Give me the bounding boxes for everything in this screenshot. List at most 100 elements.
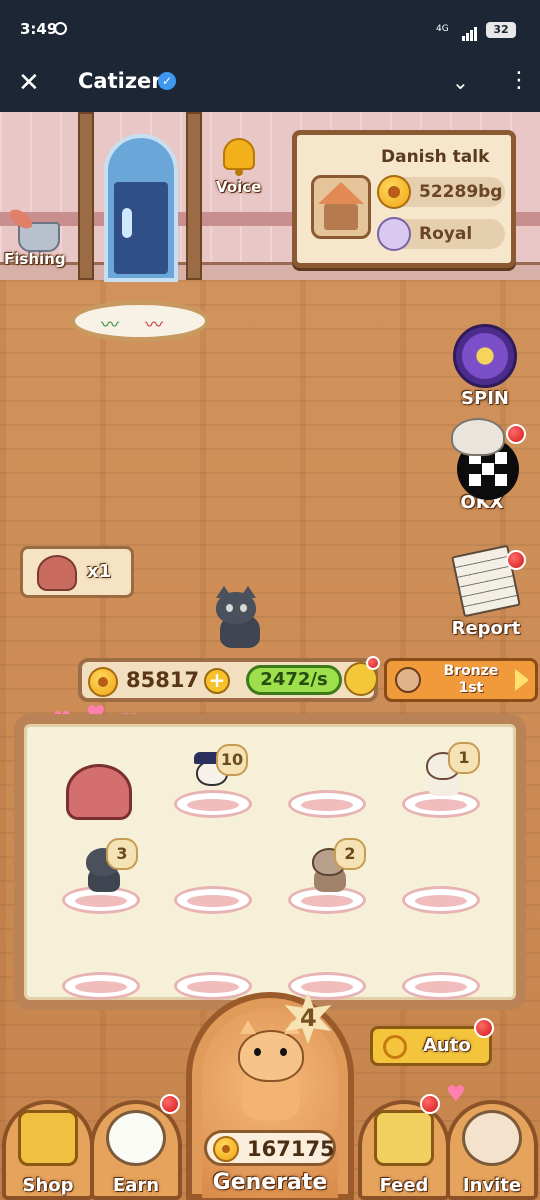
earn-button[interactable]: Earn [90, 1090, 182, 1200]
cat-bed-machine-icon [66, 764, 132, 820]
more-menu-icon[interactable]: ⋮ [508, 68, 530, 93]
auto-button[interactable]: Auto [370, 1026, 492, 1066]
coin-icon [88, 667, 118, 697]
app-title: Catizen [78, 69, 167, 93]
coin-bar: 85817 + 2472/s [78, 656, 380, 702]
fishing-label: Fishing [4, 250, 66, 268]
food-item-button[interactable]: x1 [20, 546, 134, 598]
rank-value: Royal [419, 224, 473, 244]
rank-pill: Royal [377, 217, 505, 251]
feed-button[interactable]: Feed [358, 1090, 450, 1200]
board-slot[interactable] [288, 778, 368, 818]
invite-label: Invite [462, 1175, 522, 1196]
generate-button[interactable]: 4 167175 Generate [186, 992, 354, 1200]
trophy-icon [377, 217, 411, 251]
board-slot[interactable]: 1 [402, 742, 482, 818]
battery-icon: 32 [486, 22, 516, 38]
add-coins-button[interactable]: + [204, 668, 230, 694]
player-signboard[interactable]: Danish talk 52289bg Royal [292, 130, 516, 268]
rug: 〰 〰 [70, 300, 210, 342]
cat-level-badge: 1 [448, 742, 480, 774]
cat-sprite[interactable] [212, 586, 272, 650]
report-button[interactable]: Report [440, 544, 532, 639]
player-name: Danish talk [381, 147, 490, 167]
food-icon [37, 555, 77, 591]
spin-wheel-icon [453, 324, 517, 388]
fishing-button[interactable]: Fishing [4, 205, 66, 268]
spin-button[interactable]: SPIN [440, 324, 530, 409]
fish-bucket-icon [6, 205, 64, 252]
voice-button[interactable]: Voice [216, 134, 261, 196]
cat-friends-icon [462, 1110, 522, 1166]
room-door [104, 134, 178, 282]
notification-dot [506, 424, 526, 444]
report-label: Report [451, 618, 521, 639]
board-slot[interactable]: 10 [174, 744, 254, 818]
board-slot[interactable] [174, 960, 254, 1000]
heart-icon: ♥ [446, 1082, 466, 1107]
shop-label: Shop [22, 1175, 74, 1196]
board-slot[interactable] [402, 874, 482, 914]
notification-dot [366, 656, 380, 670]
generate-label: Generate [212, 1170, 328, 1195]
chevron-down-icon[interactable]: ⌄ [452, 70, 469, 94]
generate-cost: 167175 [204, 1130, 336, 1166]
wood-beam [78, 112, 94, 280]
wood-beam [186, 112, 202, 280]
game-canvas: Voice Fishing Danish talk 52289bg Royal … [0, 112, 540, 1200]
bell-icon [217, 134, 261, 178]
shop-icon [18, 1110, 78, 1166]
invite-button[interactable]: ♥ Invite [446, 1082, 538, 1200]
board-slot[interactable] [62, 960, 142, 1000]
coin-balance: 85817 [126, 668, 200, 692]
coin-icon [213, 1136, 239, 1162]
spin-label: SPIN [461, 388, 509, 409]
league-icon [395, 667, 421, 693]
clock: 3:49 [20, 20, 58, 38]
earn-rate: 2472/s [246, 665, 342, 695]
alarm-icon [54, 22, 67, 35]
food-count: x1 [87, 561, 112, 582]
board-slot[interactable] [288, 960, 368, 1000]
play-arrow-icon [515, 669, 529, 691]
shop-button[interactable]: Shop [2, 1090, 94, 1200]
cat-level-badge: 2 [334, 838, 366, 870]
lucky-cat-icon [106, 1110, 166, 1166]
auto-label: Auto [423, 1035, 471, 1056]
balance-pill: 52289bg [377, 175, 505, 209]
board-slot[interactable] [402, 960, 482, 1000]
auto-cycle-icon [383, 1035, 407, 1059]
okx-icon [447, 416, 519, 500]
generate-cost-value: 167175 [247, 1137, 335, 1161]
board-slot-cat-bed-machine[interactable] [62, 764, 142, 824]
app-bar: ✕ Catizen ✓ ⌄ ⋮ [0, 60, 540, 112]
earn-label: Earn [112, 1175, 160, 1196]
voice-label: Voice [216, 178, 262, 196]
generate-level: 4 [300, 1004, 317, 1032]
network-type: 4G [436, 24, 449, 34]
close-icon[interactable]: ✕ [18, 70, 40, 96]
league-tier: Bronze [443, 663, 499, 679]
okx-button[interactable]: OKX [432, 416, 532, 513]
notification-dot [474, 1018, 494, 1038]
league-rank-button[interactable]: Bronze 1st [384, 658, 538, 702]
cat-level-badge: 10 [216, 744, 248, 776]
cat-level-badge: 3 [106, 838, 138, 870]
cat-sprite [234, 1020, 308, 1122]
board-slot[interactable]: 2 [288, 838, 368, 914]
board-slot[interactable]: 3 [62, 838, 142, 914]
feed-label: Feed [379, 1175, 429, 1196]
signal-icon [462, 22, 478, 41]
cheese-icon [374, 1110, 434, 1166]
notification-dot [506, 550, 526, 570]
cat-house-icon [311, 175, 371, 239]
balance-value: 52289bg [419, 182, 503, 202]
notification-dot [420, 1094, 440, 1114]
verified-icon: ✓ [158, 72, 176, 90]
coin-icon [377, 175, 411, 209]
status-bar: 3:49 4G 32 [0, 0, 540, 60]
notification-dot [160, 1094, 180, 1114]
board-slot[interactable] [174, 874, 254, 914]
league-position: 1st [458, 680, 484, 696]
merge-board: 10 1 3 2 [14, 714, 526, 1010]
